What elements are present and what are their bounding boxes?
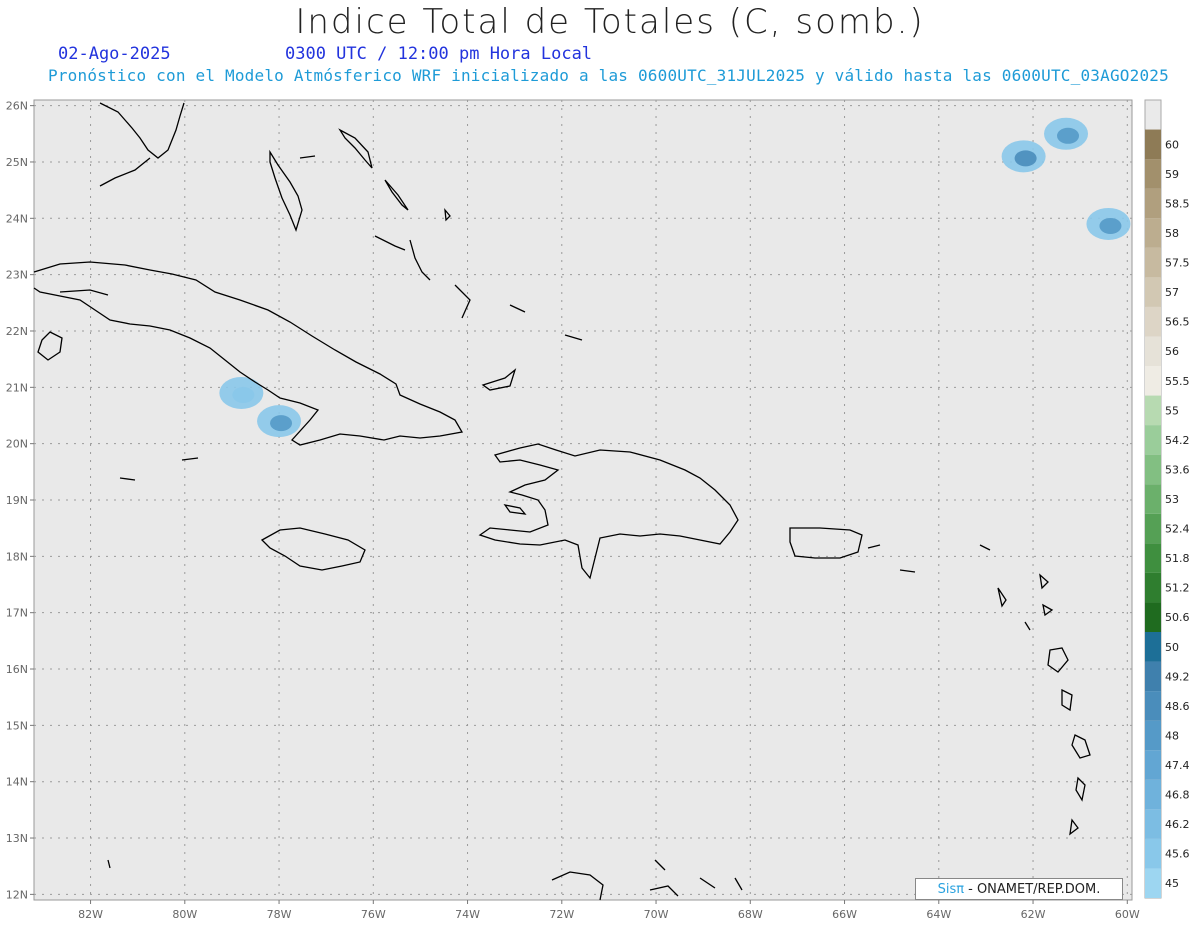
colorbar-swatch [1145,602,1161,632]
colorbar-label: 58 [1165,227,1179,240]
sispi-logo: Sisπ [937,881,965,897]
colorbar-label: 59 [1165,168,1179,181]
colorbar-label: 56 [1165,345,1179,358]
colorbar-label: 49.2 [1165,670,1190,683]
colorbar-swatch [1145,425,1161,455]
lon-tick-label: 80W [172,908,197,921]
lon-tick-label: 68W [738,908,763,921]
colorbar-label: 48 [1165,729,1179,742]
colorbar-label: 53.6 [1165,463,1190,476]
shading-area-core [1014,150,1037,167]
colorbar-label: 45.6 [1165,848,1190,861]
lat-tick-label: 13N [6,832,28,845]
colorbar-swatch [1145,691,1161,721]
colorbar-label: 53 [1165,493,1179,506]
colorbar-swatch [1145,129,1161,160]
lon-tick-label: 66W [832,908,857,921]
colorbar-label: 57 [1165,286,1179,299]
colorbar-swatch [1145,838,1161,869]
colorbar-swatch [1145,336,1161,366]
lon-tick-label: 60W [1115,908,1140,921]
lat-tick-label: 20N [6,438,28,451]
map-frame [33,99,1133,901]
colorbar-label: 57.5 [1165,257,1190,270]
colorbar-label: 60 [1165,138,1179,151]
colorbar-label: 46.8 [1165,789,1190,802]
colorbar-swatch [1145,277,1161,307]
colorbar-label: 51.8 [1165,552,1190,565]
colorbar-label: 51.2 [1165,582,1190,595]
colorbar-label: 54.2 [1165,434,1190,447]
colorbar-label: 55 [1165,404,1179,417]
lat-tick-label: 22N [6,325,28,338]
lon-tick-label: 78W [267,908,292,921]
colorbar-swatch [1145,750,1161,780]
colorbar-swatch [1145,779,1161,810]
lat-tick-label: 18N [6,550,28,563]
lat-tick-label: 19N [6,494,28,507]
lat-tick-label: 25N [6,156,28,169]
lon-tick-label: 64W [926,908,951,921]
colorbar-swatch [1145,632,1161,662]
shading-area-core [232,386,255,403]
lat-tick-label: 16N [6,663,28,676]
colorbar-label: 58.5 [1165,197,1190,210]
lon-tick-label: 74W [455,908,480,921]
lat-tick-label: 15N [6,719,28,732]
lat-tick-label: 17N [6,607,28,620]
colorbar-label: 50.6 [1165,611,1190,624]
lon-tick-label: 72W [549,908,574,921]
colorbar-swatch [1145,809,1161,839]
lat-tick-label: 21N [6,381,28,394]
colorbar-label: 55.5 [1165,375,1190,388]
colorbar-swatch [1145,484,1161,514]
colorbar-swatch [1145,572,1161,603]
colorbar-swatch [1145,868,1161,898]
colorbar-swatch [1145,306,1161,337]
colorbar-swatch [1145,159,1161,189]
colorbar-label: 48.6 [1165,700,1190,713]
lon-tick-label: 82W [78,908,103,921]
weather-map: 82W 80W 78W 76W 74W 72W 70W 68W 66W 64W 62W 60W 12N 1… [6,99,1190,921]
colorbar-swatch [1145,543,1161,573]
colorbar-label: 47.4 [1165,759,1190,772]
lat-tick-label: 23N [6,269,28,282]
shading-area-core [1057,127,1080,144]
colorbar-label: 52.4 [1165,523,1190,536]
colorbar-swatch [1145,513,1161,544]
colorbar-swatch [1145,720,1161,751]
lat-tick-label: 14N [6,776,28,789]
credit-box: Sisπ - ONAMET/REP.DOM. [915,878,1123,900]
colorbar-label: 56.5 [1165,316,1190,329]
colorbar-swatch [1145,395,1161,426]
shading-area-core [270,415,293,432]
lon-tick-label: 62W [1021,908,1046,921]
colorbar-swatch [1145,218,1161,248]
colorbar-swatch [1145,454,1161,485]
colorbar-swatch [1145,188,1161,219]
lon-tick-label: 70W [644,908,669,921]
lon-tick-label: 76W [361,908,386,921]
colorbar-label: 46.2 [1165,818,1190,831]
lat-tick-label: 24N [6,212,28,225]
colorbar-label: 50 [1165,641,1179,654]
colorbar-swatch [1145,366,1161,396]
shading-area-core [1099,217,1122,234]
colorbar-swatch [1145,661,1161,692]
colorbar: 45 45.6 46.2 46.8 47.4 48 48.6 49.2 50 50.6 51.2 51… [1144,99,1190,899]
credit-text: - ONAMET/REP.DOM. [968,881,1101,897]
lat-tick-label: 26N [6,100,28,113]
lat-tick-label: 12N [6,888,28,901]
colorbar-swatch [1145,247,1161,278]
colorbar-label: 45 [1165,877,1179,890]
